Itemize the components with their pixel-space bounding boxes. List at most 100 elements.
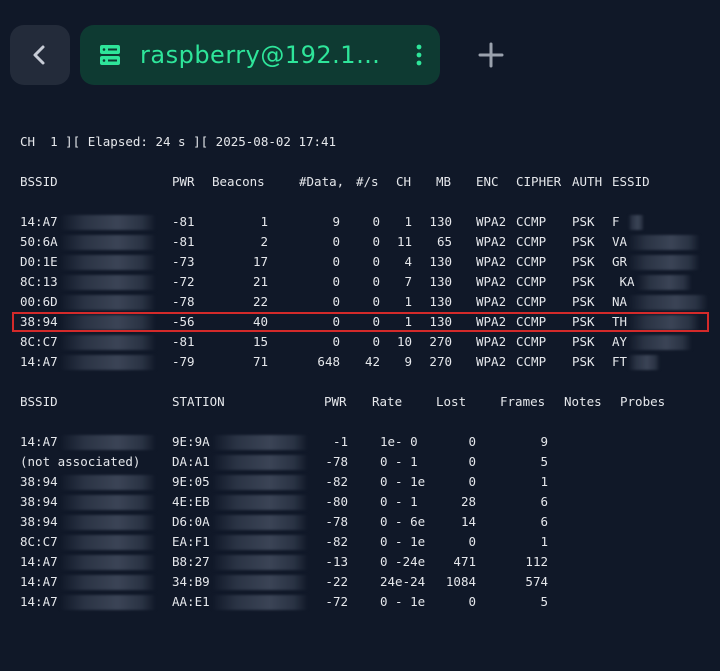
cell-beacons: 17 xyxy=(252,254,268,269)
cell-ps: 0 xyxy=(372,294,380,309)
redacted-block xyxy=(628,215,644,230)
cell-frames: 6 xyxy=(540,494,548,509)
table-row: 38:94 9E:05 -82 0 - 1e 0 1 xyxy=(20,472,710,492)
cell-bssid: 14:A7 xyxy=(20,214,58,229)
cell-beacons: 15 xyxy=(252,334,268,349)
server-icon xyxy=(100,45,120,65)
cell-station: 34:B9 xyxy=(172,574,210,589)
cell-bssid: D0:1E xyxy=(20,254,58,269)
cell-mb: 270 xyxy=(429,354,452,369)
new-tab-button[interactable] xyxy=(476,40,506,70)
cell-pwr: -78 xyxy=(325,454,348,469)
cell-data: 648 xyxy=(317,354,340,369)
redacted-block xyxy=(628,295,708,310)
cell-rate: 0 - 1 xyxy=(380,454,418,469)
cell-data: 0 xyxy=(332,254,340,269)
header-per-second: #/s xyxy=(356,174,379,189)
redacted-block xyxy=(212,495,308,510)
cell-station: EA:F1 xyxy=(172,534,210,549)
kebab-menu-icon[interactable] xyxy=(416,43,422,67)
cell-lost: 0 xyxy=(468,454,476,469)
cell-frames: 5 xyxy=(540,594,548,609)
cell-frames: 1 xyxy=(540,474,548,489)
table-row: 14:A7 34:B9 -22 24e-24 1084 574 xyxy=(20,572,710,592)
redacted-block xyxy=(60,435,156,450)
cell-bssid: 14:A7 xyxy=(20,354,58,369)
cell-frames: 9 xyxy=(540,434,548,449)
header-pwr: PWR xyxy=(324,394,347,409)
cell-enc: WPA2 xyxy=(476,354,507,369)
table-row: (not associated) DA:A1 -78 0 - 1 0 5 xyxy=(20,452,710,472)
cell-ps: 0 xyxy=(372,334,380,349)
cell-lost: 0 xyxy=(468,434,476,449)
table-row: 38:94 4E:EB -80 0 - 1 28 6 xyxy=(20,492,710,512)
cell-bssid: 38:94 xyxy=(20,494,58,509)
cell-mb: 130 xyxy=(429,274,452,289)
table-row: 14:A7 B8:27 -13 0 -24e 471 112 xyxy=(20,552,710,572)
tab-title: raspberry@192.16… xyxy=(140,41,390,69)
redacted-block xyxy=(60,575,156,590)
redacted-block xyxy=(60,235,156,250)
cell-frames: 5 xyxy=(540,454,548,469)
table-row: 8C:13 -72 21 0 0 7 130 WPA2 CCMP PSK KA xyxy=(20,272,710,292)
cell-pwr: -81 xyxy=(172,234,195,249)
table-row: 14:A7 -79 71 648 42 9 270 WPA2 CCMP PSK FT xyxy=(20,352,710,372)
header-mb: MB xyxy=(436,174,452,189)
cell-data: 0 xyxy=(332,274,340,289)
cell-mb: 270 xyxy=(429,334,452,349)
cell-rate: 0 - 6e xyxy=(380,514,426,529)
redacted-block xyxy=(60,495,156,510)
cell-rate: 0 - 1e xyxy=(380,594,426,609)
table-row: 14:A7 AA:E1 -72 0 - 1e 0 5 xyxy=(20,592,710,612)
redacted-block xyxy=(636,275,692,290)
redacted-block xyxy=(60,555,156,570)
redacted-block xyxy=(212,555,308,570)
redacted-block xyxy=(212,575,308,590)
status-line: CH 1 ][ Elapsed: 24 s ][ 2025-08-02 17:4… xyxy=(20,134,337,149)
cell-enc: WPA2 xyxy=(476,334,507,349)
cell-ch: 4 xyxy=(404,254,412,269)
header-lost: Lost xyxy=(436,394,467,409)
cell-lost: 0 xyxy=(468,534,476,549)
cell-auth: PSK xyxy=(572,354,595,369)
cell-bssid: (not associated) xyxy=(20,454,141,469)
redacted-block xyxy=(628,255,700,270)
cell-ch: 1 xyxy=(404,214,412,229)
redacted-block xyxy=(212,515,308,530)
cell-ps: 0 xyxy=(372,254,380,269)
back-button[interactable] xyxy=(10,25,70,85)
cell-essid: AY xyxy=(612,334,628,349)
cell-bssid: 50:6A xyxy=(20,234,58,249)
cell-mb: 130 xyxy=(429,214,452,229)
cell-ch: 9 xyxy=(404,354,412,369)
redacted-block xyxy=(60,275,156,290)
cell-ch: 1 xyxy=(404,294,412,309)
cell-data: 0 xyxy=(332,294,340,309)
header-pwr: PWR xyxy=(172,174,195,189)
cell-bssid: 14:A7 xyxy=(20,594,58,609)
header-cipher: CIPHER xyxy=(516,174,562,189)
table-row: 8C:C7 -81 15 0 0 10 270 WPA2 CCMP PSK AY xyxy=(20,332,710,352)
cell-bssid: 14:A7 xyxy=(20,574,58,589)
session-tab[interactable]: raspberry@192.16… xyxy=(80,25,440,85)
cell-rate: 24e-24 xyxy=(380,574,426,589)
cell-ch: 10 xyxy=(396,334,412,349)
header-frames: Frames xyxy=(500,394,546,409)
cell-pwr: -80 xyxy=(325,494,348,509)
cell-bssid: 8C:C7 xyxy=(20,534,58,549)
cell-ps: 0 xyxy=(372,274,380,289)
cell-pwr: -78 xyxy=(172,294,195,309)
cell-essid: VA xyxy=(612,234,628,249)
cell-beacons: 21 xyxy=(252,274,268,289)
redacted-block xyxy=(628,355,660,370)
cell-cipher: CCMP xyxy=(516,254,547,269)
header-station: STATION xyxy=(172,394,225,409)
cell-pwr: -79 xyxy=(172,354,195,369)
cell-ps: 0 xyxy=(372,234,380,249)
cell-cipher: CCMP xyxy=(516,354,547,369)
cell-pwr: -82 xyxy=(325,474,348,489)
cell-rate: 1e- 0 xyxy=(380,434,418,449)
cell-cipher: CCMP xyxy=(516,274,547,289)
cell-auth: PSK xyxy=(572,214,595,229)
redacted-block xyxy=(212,435,308,450)
